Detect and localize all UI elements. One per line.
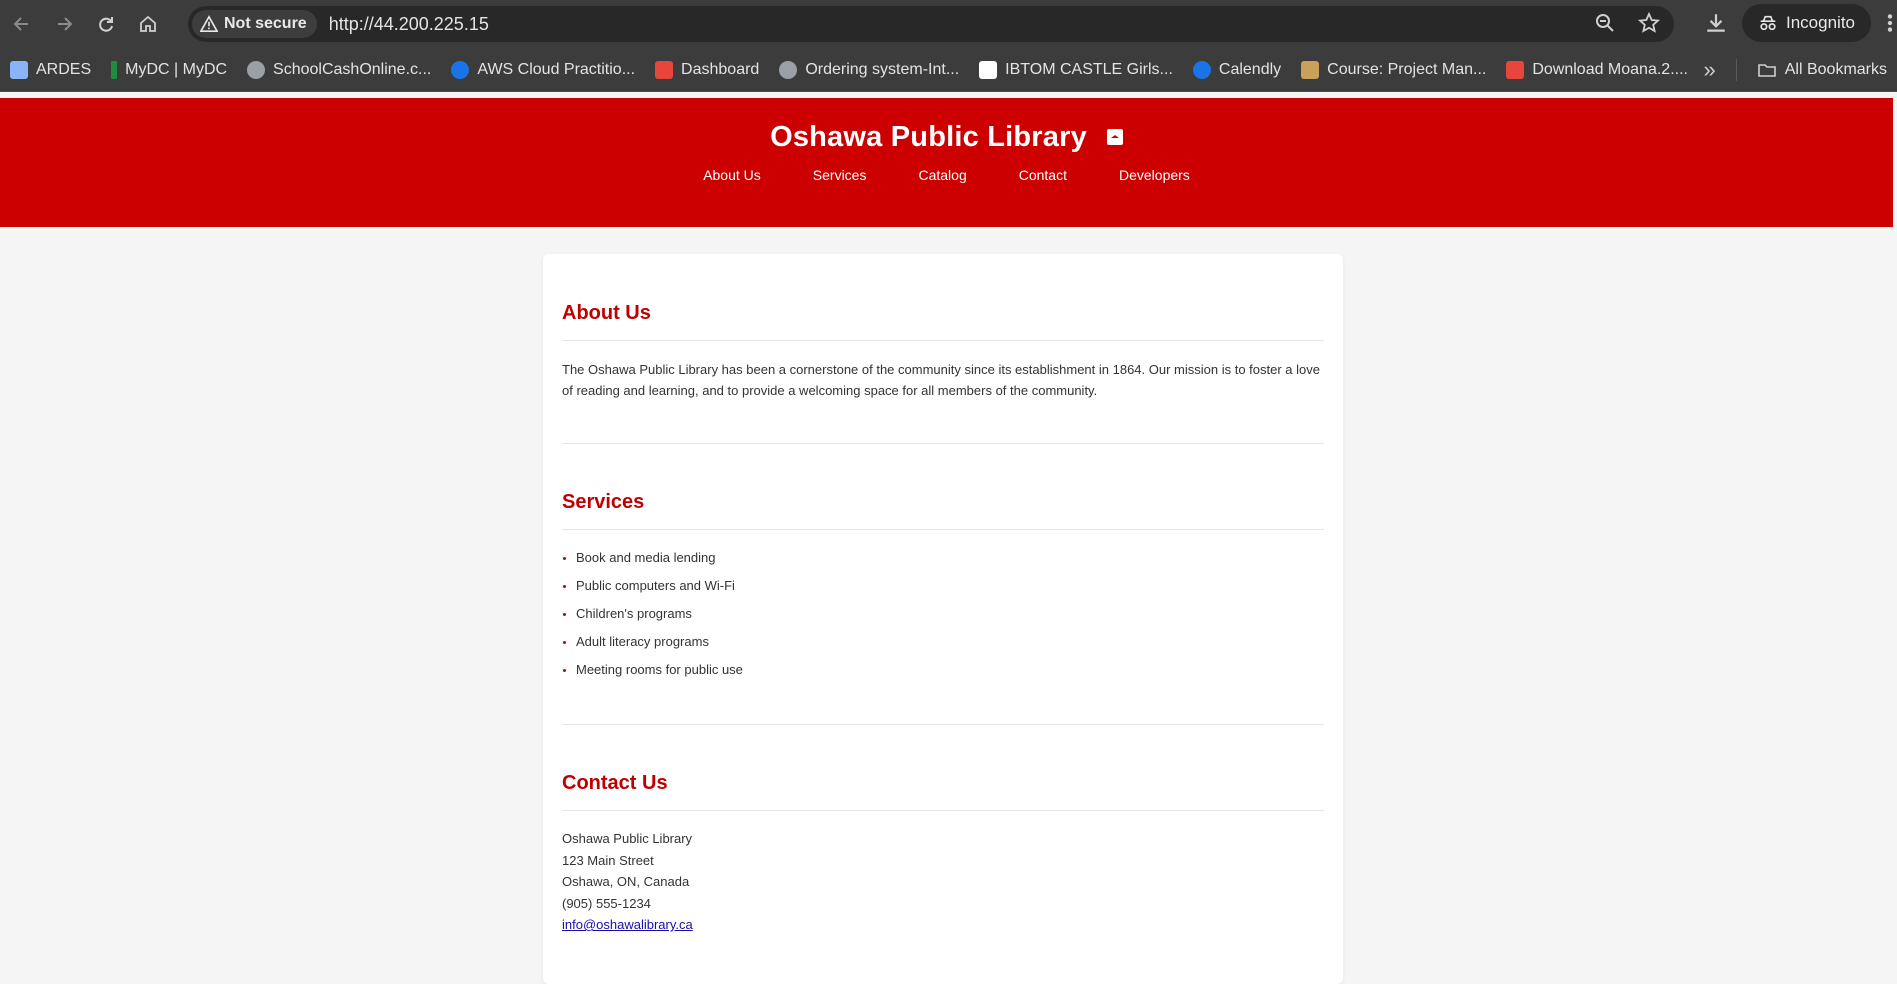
bookmark-item[interactable]: ARDES [0,54,101,86]
about-section: About Us [562,302,1324,325]
list-item: Book and media lending [562,544,1324,572]
section-divider [562,724,1324,725]
forward-button[interactable] [44,4,84,44]
bookmark-favicon-icon [247,60,266,79]
bookmark-label: MyDC | MyDC [125,60,228,78]
contact-email-link[interactable]: info@oshawalibrary.ca [562,917,693,932]
services-heading-divider [562,529,1324,530]
bookmark-favicon-icon [111,60,118,79]
bookmark-item[interactable]: Download Moana.2.... [1496,54,1698,86]
site-title: Oshawa Public Library [770,120,1087,153]
incognito-icon [1760,15,1776,31]
bookmark-favicon-icon [1506,60,1525,79]
bookmark-star-icon[interactable] [1638,12,1660,34]
bookmark-label: Dashboard [681,60,760,78]
reload-icon [99,17,113,32]
bookmark-item[interactable]: Dashboard [645,54,769,86]
list-item: Adult literacy programs [562,628,1324,656]
home-icon [140,15,156,32]
bookmark-label: SchoolCashOnline.c... [273,60,432,78]
bookmark-item[interactable]: MyDC | MyDC [101,54,237,86]
browser-toolbar: Not secure http://44.200.225.15 Incognit… [0,0,1897,48]
list-item: Children's programs [562,600,1324,628]
services-section: Services [562,491,1324,514]
bookmark-label: IBTOM CASTLE Girls... [1005,60,1173,78]
folder-icon [1757,64,1776,77]
bookmark-favicon-icon [1301,60,1320,79]
services-body: Book and media lending Public computers … [562,544,1324,684]
forward-arrow-icon [58,17,73,31]
bookmark-item[interactable]: Ordering system-Int... [769,54,969,86]
bookmark-favicon-icon [779,60,798,79]
address-bar[interactable]: Not secure http://44.200.225.15 [188,6,1674,42]
nav-developers[interactable]: Developers [1093,167,1216,183]
bookmark-label: Download Moana.2.... [1532,60,1688,78]
section-divider [562,443,1324,444]
bookmark-favicon-icon [655,60,674,79]
more-bookmarks-icon[interactable]: » [1694,57,1726,83]
bookmarks-bar: ARDES MyDC | MyDC SchoolCashOnline.c... AWS… [0,48,1897,92]
contact-street: 123 Main Street [562,852,654,868]
contact-heading: Contact Us [562,772,668,794]
library-logo-icon [1106,129,1123,145]
content-card: About Us The Oshawa Public Library has b… [543,254,1343,984]
incognito-label: Incognito [1786,13,1855,32]
back-button[interactable] [2,4,42,44]
nav-contact[interactable]: Contact [993,167,1093,183]
nav-about-us[interactable]: About Us [677,167,787,183]
list-item: Public computers and Wi-Fi [562,572,1324,600]
about-heading-divider [562,340,1324,341]
warning-icon [200,15,218,33]
services-list: Book and media lending Public computers … [562,544,1324,684]
security-label: Not secure [224,15,307,32]
main-nav: About Us Services Catalog Contact Develo… [0,167,1893,183]
bookmark-label: ARDES [36,60,92,78]
about-text: The Oshawa Public Library has been a cor… [562,362,1320,398]
all-bookmarks-label: All Bookmarks [1784,61,1887,78]
back-arrow-icon [13,17,28,31]
nav-catalog[interactable]: Catalog [892,167,992,183]
all-bookmarks-button[interactable]: All Bookmarks [1747,54,1897,86]
bookmark-label: Calendly [1218,60,1282,78]
bookmarks-divider [1735,59,1737,81]
bookmark-item[interactable]: AWS Cloud Practitio... [441,54,645,86]
contact-name: Oshawa Public Library [562,831,693,846]
bookmark-favicon-icon [10,60,28,79]
bookmark-item[interactable]: Calendly [1183,54,1291,86]
list-item: Meeting rooms for public use [562,656,1324,684]
bookmark-favicon-icon [979,60,998,79]
bookmark-label: AWS Cloud Practitio... [477,60,636,78]
home-button[interactable] [128,4,168,44]
url-text[interactable]: http://44.200.225.15 [329,14,489,35]
bookmark-favicon-icon [451,60,470,79]
incognito-indicator[interactable]: Incognito [1742,4,1871,42]
nav-services[interactable]: Services [787,167,893,183]
zoom-icon[interactable] [1594,12,1616,34]
contact-phone: (905) 555-1234 [562,895,651,911]
bookmark-favicon-icon [1192,60,1211,79]
security-indicator[interactable]: Not secure [192,10,317,38]
download-icon[interactable] [1704,11,1728,35]
services-heading: Services [562,491,645,513]
bookmark-item[interactable]: IBTOM CASTLE Girls... [969,54,1183,86]
bookmark-label: Course: Project Man... [1327,60,1487,78]
reload-button[interactable] [86,4,126,44]
about-heading: About Us [562,302,651,324]
about-body: The Oshawa Public Library has been a cor… [562,359,1324,401]
menu-kebab-icon[interactable] [1883,11,1897,35]
contact-heading-divider [562,810,1324,811]
contact-city: Oshawa, ON, Canada [562,874,690,889]
bookmark-item[interactable]: SchoolCashOnline.c... [237,54,441,86]
contact-details: Oshawa Public Library 123 Main Street Os… [562,828,1324,936]
bookmark-label: Ordering system-Int... [805,60,960,78]
site-header: Oshawa Public Library About Us Services … [0,98,1893,227]
bookmark-item[interactable]: Course: Project Man... [1291,54,1496,86]
contact-section: Contact Us [562,772,1324,795]
